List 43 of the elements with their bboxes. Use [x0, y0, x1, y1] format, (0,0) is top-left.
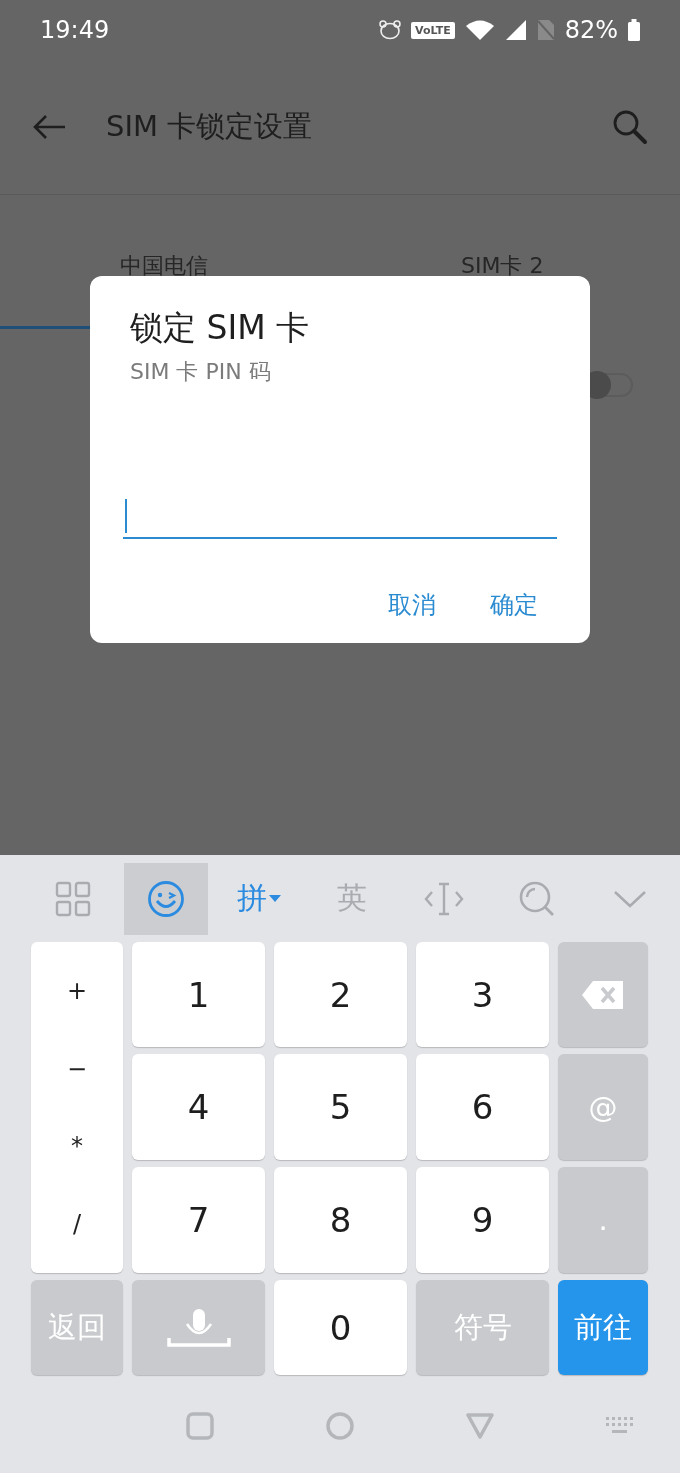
- signal-icon: [504, 19, 527, 41]
- digit-key[interactable]: 7: [132, 1167, 265, 1273]
- symbol-key[interactable]: −: [50, 1050, 104, 1087]
- back-arrow-icon[interactable]: [32, 114, 66, 140]
- search-icon: [517, 879, 556, 918]
- clock: 19:49: [40, 16, 110, 44]
- home-icon[interactable]: [326, 1412, 354, 1440]
- dialog-button[interactable]: 确定: [484, 583, 544, 627]
- chevron-down-icon: [612, 888, 647, 909]
- battery-icon: [628, 19, 640, 41]
- symbol-key[interactable]: *: [55, 1128, 99, 1165]
- digit-key[interactable]: 4: [132, 1054, 265, 1160]
- backspace-key[interactable]: [558, 942, 648, 1047]
- winking-face-icon: [147, 879, 186, 918]
- symbol-key[interactable]: +: [50, 972, 104, 1009]
- bear-icon: [378, 20, 401, 40]
- voice-key[interactable]: [132, 1280, 265, 1375]
- dialog-subtitle: SIM 卡 PIN 码: [130, 358, 272, 386]
- backspace-icon: [581, 979, 625, 1010]
- battery-percent: 82%: [564, 16, 618, 44]
- keyboard-icon[interactable]: [606, 1417, 634, 1435]
- recents-icon[interactable]: [186, 1412, 214, 1440]
- page-title: SIM 卡锁定设置: [106, 108, 314, 145]
- search-icon[interactable]: [612, 109, 648, 145]
- digit-key[interactable]: 0: [274, 1280, 407, 1375]
- symbol-key[interactable]: /: [56, 1206, 98, 1243]
- text-cursor-icon: [424, 880, 465, 917]
- digit-key[interactable]: 1: [132, 942, 265, 1047]
- volte-badge: VoLTE: [410, 21, 455, 39]
- digit-key[interactable]: 6: [416, 1054, 549, 1160]
- digit-key[interactable]: 5: [274, 1054, 407, 1160]
- dialog-button[interactable]: 取消: [382, 583, 442, 627]
- pin-input-field[interactable]: [123, 497, 557, 539]
- wifi-icon: [464, 19, 495, 41]
- digit-key[interactable]: 3: [416, 942, 549, 1047]
- back-icon[interactable]: [466, 1413, 494, 1439]
- digit-key[interactable]: 2: [274, 942, 407, 1047]
- no-sim-icon: [536, 19, 555, 41]
- digit-key[interactable]: 8: [274, 1167, 407, 1273]
- digit-key[interactable]: 9: [416, 1167, 549, 1273]
- microphone-icon: [166, 1307, 231, 1348]
- emoji-toolbar-button[interactable]: [123, 862, 209, 935]
- grid-icon: [55, 880, 92, 917]
